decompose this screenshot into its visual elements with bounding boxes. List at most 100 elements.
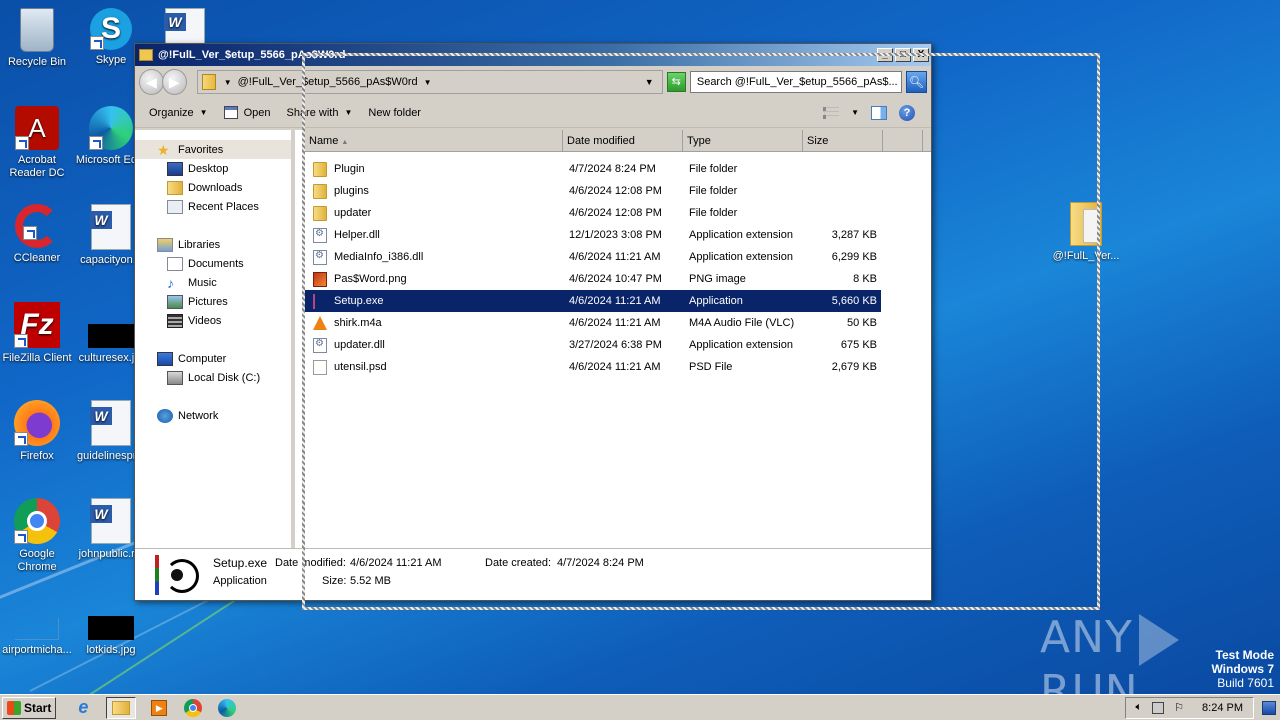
desktop-icon-acrobat[interactable]: A Acrobat Reader DC (0, 106, 74, 180)
nav-label: Computer (178, 352, 227, 365)
taskbar-edge[interactable] (216, 697, 238, 719)
desktop-icon-image-file[interactable]: lotkids.jpg (74, 596, 148, 657)
file-date: 4/6/2024 11:21 AM (569, 361, 661, 373)
close-button[interactable]: X (913, 48, 929, 62)
search-button[interactable]: 🔍︎ (905, 71, 927, 93)
change-view-icon[interactable] (823, 106, 840, 119)
desktop-icon-label: capacityon... (80, 254, 142, 266)
desktop-icon-image-file[interactable]: airportmicha... (0, 596, 74, 657)
forward-button[interactable]: ▶ (161, 69, 187, 95)
preview-pane-icon[interactable] (871, 105, 887, 120)
file-row[interactable]: MediaInfo_i386.dll 4/6/2024 11:21 AM Appli… (305, 246, 881, 268)
nav-pictures[interactable]: Pictures (135, 292, 291, 311)
breadcrumb-chevron-icon[interactable]: ▼ (224, 78, 232, 87)
nav-libraries[interactable]: Libraries (135, 235, 291, 254)
edge-icon (218, 698, 237, 717)
taskbar: Start e ▶ 🔈︎ ⚐ 8:24 PM (0, 694, 1280, 720)
file-name-cell: Pas$Word.png (305, 271, 563, 287)
file-row[interactable]: shirk.m4a 4/6/2024 11:21 AM M4A Audio File… (305, 312, 881, 334)
nav-local-disk[interactable]: Local Disk (C:) (135, 368, 291, 387)
desktop-icon-ccleaner[interactable]: CCleaner (0, 204, 74, 265)
nav-label: Local Disk (C:) (188, 371, 261, 384)
organize-button[interactable]: Organize ▼ (149, 107, 208, 119)
back-button[interactable]: ◀ (139, 69, 164, 95)
details-file-type: Application (213, 575, 267, 587)
column-header-empty (883, 130, 923, 151)
star-icon: ★ (157, 141, 170, 158)
title-bar[interactable]: @!FulL_Ver_$etup_5566_pAs$W0rd _ □ X (135, 44, 931, 66)
file-row[interactable]: updater 4/6/2024 12:08 PM File folder (305, 202, 881, 224)
file-row[interactable]: Pas$Word.png 4/6/2024 10:47 PM PNG image 8 … (305, 268, 881, 290)
taskbar-explorer[interactable] (106, 696, 137, 719)
desktop-icon-chrome[interactable]: Google Chrome (0, 498, 74, 574)
file-type: Application extension (689, 229, 793, 241)
navigation-pane: ★ Favorites Desktop Downloads Recent Pla… (135, 130, 295, 548)
breadcrumb-chevron-icon[interactable]: ▼ (424, 78, 432, 87)
skype-icon: S (90, 8, 132, 50)
clock[interactable]: 8:24 PM (1202, 702, 1243, 714)
details-file-name: Setup.exe (213, 556, 268, 570)
open-label: Open (243, 106, 271, 119)
desktop-icon-label: @!FulL_Ver... (1052, 250, 1120, 262)
nav-documents[interactable]: Documents (135, 254, 291, 273)
nav-music[interactable]: ♪ Music (135, 273, 291, 292)
file-date: 4/7/2024 8:24 PM (569, 163, 656, 175)
new-folder-button[interactable]: New folder (368, 107, 421, 119)
nav-computer[interactable]: Computer (135, 349, 291, 368)
nav-videos[interactable]: Videos (135, 311, 291, 330)
file-row[interactable]: Setup.exe 4/6/2024 11:21 AM Application 5,6… (305, 290, 881, 312)
address-dropdown-icon[interactable]: ▼ (645, 77, 654, 87)
network-tray-icon[interactable] (1152, 701, 1165, 714)
file-name-cell: utensil.psd (305, 359, 563, 375)
nav-network[interactable]: Network (135, 406, 291, 425)
action-center-flag-icon[interactable]: ⚐ (1174, 701, 1184, 714)
taskbar-media-player[interactable]: ▶ (148, 697, 170, 719)
explorer-icon (112, 700, 131, 715)
column-header-date[interactable]: Date modified (563, 130, 683, 151)
file-row[interactable]: plugins 4/6/2024 12:08 PM File folder (305, 180, 881, 202)
file-size: 3,287 KB (831, 229, 877, 241)
show-desktop-button[interactable] (1262, 700, 1276, 715)
column-header-size[interactable]: Size (803, 130, 883, 151)
nav-recent-places[interactable]: Recent Places (135, 197, 291, 216)
address-bar[interactable]: ▼ @!FulL_Ver_$etup_5566_pAs$W0rd ▼ ▼ (196, 70, 663, 94)
taskbar-internet-explorer[interactable]: e (72, 697, 94, 719)
file-row[interactable]: Helper.dll 12/1/2023 3:08 PM Application e… (305, 224, 881, 246)
start-button[interactable]: Start (2, 696, 57, 719)
file-row[interactable]: utensil.psd 4/6/2024 11:21 AM PSD File 2,67… (305, 356, 881, 378)
volume-icon[interactable]: 🔈︎ (1136, 701, 1143, 714)
desktop-icon-filezilla[interactable]: Fz FileZilla Client (0, 302, 74, 365)
maximize-button[interactable]: □ (895, 48, 911, 62)
desktop-icon-folder[interactable]: @!FulL_Ver... (1048, 202, 1124, 263)
file-name-cell: MediaInfo_i386.dll (305, 249, 563, 265)
desktop-icon-recycle-bin[interactable]: Recycle Bin (0, 8, 74, 69)
nav-label: Network (178, 409, 219, 422)
folder-file-icon (313, 161, 327, 177)
breadcrumb-path[interactable]: @!FulL_Ver_$etup_5566_pAs$W0rd (238, 76, 418, 88)
nav-label: Libraries (178, 238, 221, 251)
refresh-button[interactable]: ⇆ (666, 72, 686, 92)
column-header-name[interactable]: Name ▲ (305, 130, 563, 151)
file-row[interactable]: updater.dll 3/27/2024 6:38 PM Application … (305, 334, 881, 356)
minimize-button[interactable]: _ (877, 48, 893, 62)
desktop-icon-label: Acrobat Reader DC (9, 154, 65, 179)
details-size: 5.52 MB (350, 575, 391, 587)
column-header-type[interactable]: Type (683, 130, 803, 151)
desktop-icon-word-doc[interactable]: W (148, 8, 222, 48)
open-button[interactable]: Open (223, 106, 271, 119)
view-options-chevron-icon[interactable]: ▼ (851, 108, 859, 117)
desktop-icon-firefox[interactable]: Firefox (0, 400, 74, 463)
details-size-label: Size: (322, 575, 347, 587)
window-title: @!FulL_Ver_$etup_5566_pAs$W0rd (158, 49, 346, 61)
taskbar-chrome[interactable] (182, 697, 204, 719)
share-with-button[interactable]: Share with ▼ (286, 107, 352, 119)
nav-desktop[interactable]: Desktop (135, 159, 291, 178)
nav-downloads[interactable]: Downloads (135, 178, 291, 197)
file-type: File folder (689, 185, 738, 197)
file-row[interactable]: Plugin 4/7/2024 8:24 PM File folder (305, 158, 881, 180)
nav-favorites[interactable]: ★ Favorites (135, 140, 291, 159)
search-input[interactable]: Search @!FulL_Ver_$etup_5566_pAs$... (689, 71, 902, 93)
dll-file-icon (313, 337, 327, 353)
help-icon[interactable]: ? (899, 104, 915, 121)
file-date: 4/6/2024 12:08 PM (569, 207, 662, 219)
